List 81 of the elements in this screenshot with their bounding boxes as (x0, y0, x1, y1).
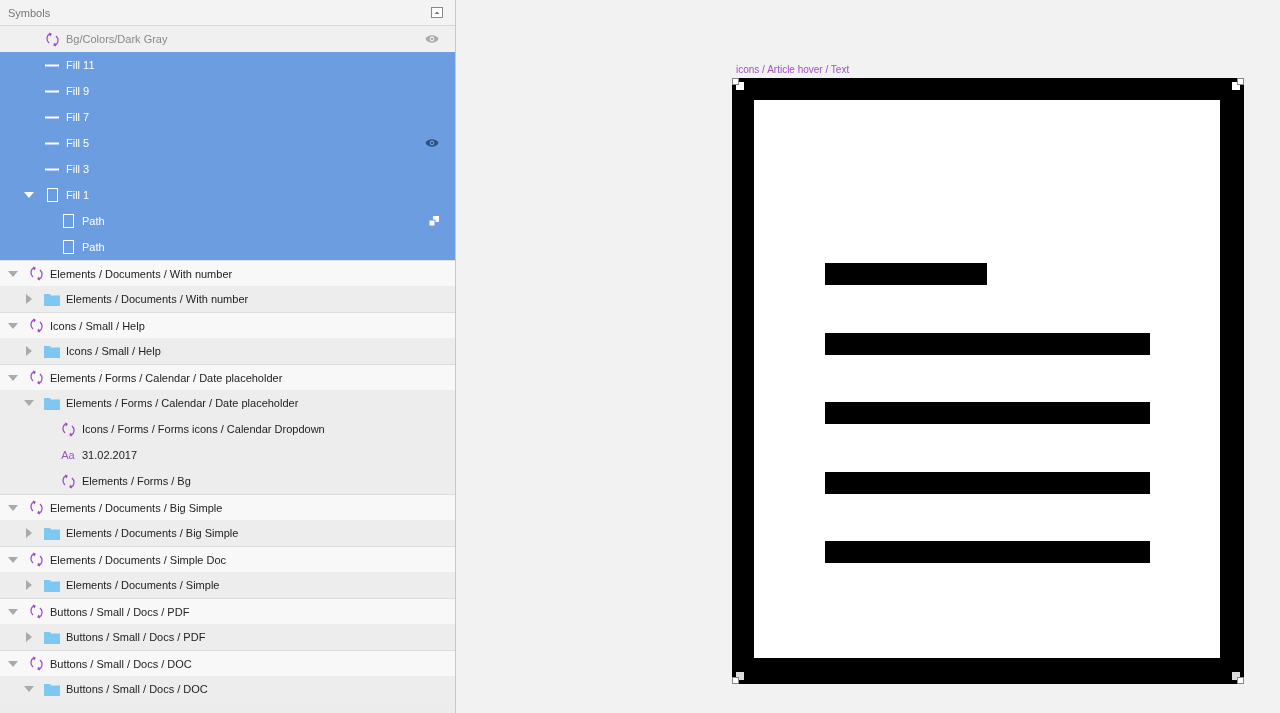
layer-row[interactable]: Elements / Documents / Simple Doc (0, 546, 455, 572)
layer-name: Buttons / Small / Docs / DOC (66, 683, 209, 695)
symbol-icon (28, 370, 44, 385)
collapsed-arrow-icon[interactable] (24, 294, 34, 304)
expanded-arrow-icon[interactable] (24, 398, 34, 408)
symbol-icon (28, 318, 44, 333)
collapse-icon[interactable] (431, 7, 443, 18)
layer-row[interactable]: Elements / Forms / Calendar / Date placeholder (0, 364, 455, 390)
expanded-arrow-icon[interactable] (8, 606, 18, 617)
rectangle-icon (46, 188, 58, 202)
layer-name: Fill 11 (66, 59, 96, 71)
symbol-icon (28, 266, 44, 281)
layer-name: Icons / Forms / Forms icons / Calendar Dropdown (82, 423, 326, 435)
eye-icon[interactable] (425, 34, 439, 44)
layer-name: Buttons / Small / Docs / DOC (50, 657, 193, 670)
layer-name: Fill 5 (66, 137, 91, 149)
collapsed-arrow-icon[interactable] (24, 632, 34, 642)
rectangle-icon (62, 240, 74, 254)
layer-row[interactable]: Icons / Small / Help (0, 312, 455, 338)
rectangle-icon (62, 214, 74, 228)
expanded-arrow-icon[interactable] (8, 502, 18, 513)
collapsed-arrow-icon[interactable] (24, 346, 34, 356)
layer-name: Elements / Documents / Simple (66, 579, 221, 591)
folder-icon (44, 682, 60, 696)
expanded-arrow-icon[interactable] (8, 268, 18, 279)
layer-row[interactable]: Buttons / Small / Docs / DOC (0, 650, 455, 676)
layer-name: Elements / Forms / Calendar / Date placeholder (50, 371, 284, 384)
layer-name: Elements / Documents / Big Simple (50, 501, 224, 514)
symbol-icon (60, 473, 76, 489)
layer-name: Path (82, 241, 106, 253)
symbol-icon (28, 500, 44, 515)
folder-icon (44, 578, 60, 592)
layer-row[interactable]: Elements / Documents / With number (0, 260, 455, 286)
collapsed-arrow-icon[interactable] (24, 580, 34, 590)
layer-row[interactable]: Elements / Documents / Big Simple (0, 494, 455, 520)
expanded-arrow-icon[interactable] (24, 684, 34, 694)
symbol-icon (28, 604, 44, 619)
layer-name: Elements / Forms / Bg (82, 475, 192, 487)
line-icon (45, 89, 59, 93)
layer-row[interactable]: Buttons / Small / Docs / PDF (0, 598, 455, 624)
document-drawing[interactable] (732, 78, 1244, 684)
layer-name: Buttons / Small / Docs / PDF (50, 605, 191, 618)
symbol-icon (28, 552, 44, 567)
expanded-arrow-icon[interactable] (8, 658, 18, 669)
line-icon (45, 63, 59, 67)
layer-name: Elements / Forms / Calendar / Date placeholder (66, 397, 300, 409)
mask-icon[interactable] (429, 216, 439, 226)
folder-icon (44, 292, 60, 306)
folder-icon (44, 396, 60, 410)
layer-name: Elements / Documents / Big Simple (66, 527, 240, 539)
folder-icon (44, 630, 60, 644)
layer-name: Fill 1 (66, 189, 91, 201)
line-icon (45, 141, 59, 145)
symbol-icon (28, 656, 44, 671)
layer-name: Icons / Small / Help (50, 319, 146, 332)
expanded-arrow-icon[interactable] (24, 190, 34, 200)
layer-name: Fill 3 (66, 163, 91, 175)
layer-name: Elements / Documents / With number (66, 293, 250, 305)
layer-name: Elements / Documents / Simple Doc (50, 553, 228, 566)
layer-name: Bg/Colors/Dark Gray (66, 33, 169, 45)
text-layer-icon: Aa (61, 449, 75, 461)
layer-name: Fill 7 (66, 111, 91, 123)
line-icon (45, 167, 59, 171)
layer-name: Elements / Documents / With number (50, 267, 234, 280)
expanded-arrow-icon[interactable] (8, 372, 18, 383)
layer-name: Buttons / Small / Docs / PDF (66, 631, 207, 643)
artboard-label[interactable]: icons / Article hover / Text (736, 64, 1280, 75)
collapsed-arrow-icon[interactable] (24, 528, 34, 538)
line-icon (45, 115, 59, 119)
symbol-icon (60, 421, 76, 437)
layer-name: Icons / Small / Help (66, 345, 162, 357)
folder-icon (44, 526, 60, 540)
panel-title: Symbols (8, 6, 51, 19)
symbol-icon (44, 31, 60, 47)
layer-name: Path (82, 215, 106, 227)
expanded-arrow-icon[interactable] (8, 320, 18, 331)
expanded-arrow-icon[interactable] (8, 554, 18, 565)
folder-icon (44, 344, 60, 358)
eye-icon[interactable] (425, 138, 439, 148)
layer-name: Fill 9 (66, 85, 91, 97)
layer-name: 31.02.2017 (82, 449, 139, 461)
